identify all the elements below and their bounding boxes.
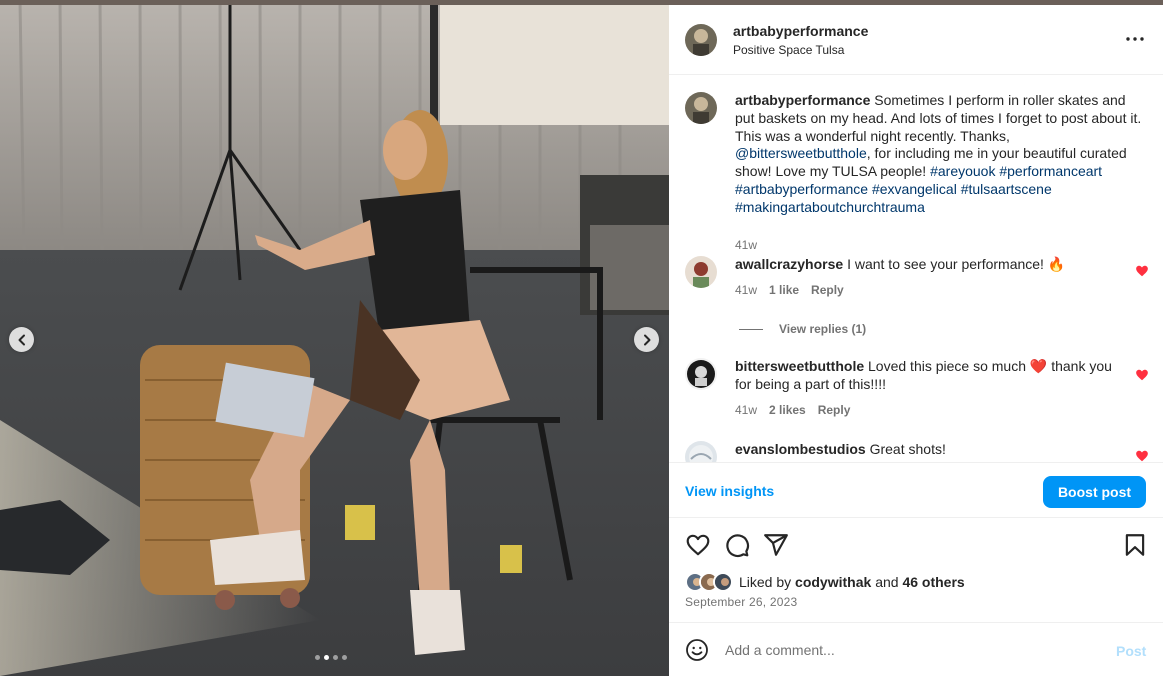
comments-list[interactable]: artbabyperformance Sometimes I perform i… bbox=[669, 76, 1163, 462]
liked-by-user[interactable]: codywithak bbox=[795, 574, 871, 590]
add-comment-bar: Post bbox=[669, 622, 1163, 676]
commenter-avatar[interactable] bbox=[685, 358, 717, 390]
commenter-username[interactable]: bittersweetbutthole bbox=[735, 358, 864, 374]
comment-reply-button[interactable]: Reply bbox=[811, 283, 844, 297]
carousel-dot bbox=[342, 655, 347, 660]
caption-username[interactable]: artbabyperformance bbox=[735, 92, 870, 108]
chevron-left-icon bbox=[18, 334, 25, 345]
post-photo bbox=[0, 0, 669, 676]
comment-like-heart-icon[interactable] bbox=[1135, 368, 1149, 382]
view-replies-label: View replies (1) bbox=[779, 322, 867, 336]
commenter-avatar[interactable] bbox=[685, 441, 717, 462]
insights-bar: View insights Boost post bbox=[669, 462, 1163, 518]
comment-reply-button[interactable]: Reply bbox=[818, 403, 851, 417]
liked-by-prefix: Liked by bbox=[739, 574, 792, 590]
commenter-username[interactable]: awallcrazyhorse bbox=[735, 256, 843, 272]
view-replies-button[interactable]: View replies (1) bbox=[739, 322, 866, 336]
post-comment-button[interactable]: Post bbox=[1116, 643, 1146, 659]
comment-likes-count[interactable]: 2 likes bbox=[769, 403, 806, 417]
commenter-avatar[interactable] bbox=[685, 256, 717, 288]
author-username[interactable]: artbabyperformance bbox=[733, 23, 868, 39]
comment-like-heart-icon[interactable] bbox=[1135, 264, 1149, 278]
comment-likes-count[interactable]: 1 like bbox=[769, 283, 799, 297]
post-side-panel: artbabyperformance Positive Space Tulsa … bbox=[669, 5, 1163, 676]
comment-timestamp[interactable]: 41w bbox=[735, 403, 757, 417]
carousel-dot bbox=[315, 655, 320, 660]
comment-text: awallcrazyhorse I want to see your perfo… bbox=[735, 256, 1125, 274]
add-comment-input[interactable] bbox=[725, 637, 1095, 663]
liked-by-and: and bbox=[875, 574, 899, 590]
caption-avatar[interactable] bbox=[685, 92, 717, 124]
caption-text: artbabyperformance Sometimes I perform i… bbox=[735, 92, 1143, 217]
carousel-dot-active bbox=[324, 655, 329, 660]
caption-mention[interactable]: @bittersweetbutthole bbox=[735, 145, 867, 161]
share-icon[interactable] bbox=[763, 532, 789, 558]
view-insights-link[interactable]: View insights bbox=[685, 483, 774, 499]
caption-timestamp[interactable]: 41w bbox=[735, 238, 757, 252]
top-strip bbox=[0, 0, 1163, 5]
heart-icon[interactable] bbox=[685, 532, 711, 558]
carousel-indicator bbox=[315, 655, 347, 660]
comment-icon[interactable] bbox=[724, 532, 750, 558]
post-media[interactable] bbox=[0, 0, 669, 676]
author-avatar[interactable] bbox=[685, 24, 717, 56]
comment-like-heart-icon[interactable] bbox=[1135, 449, 1149, 462]
post-date[interactable]: September 26, 2023 bbox=[685, 595, 797, 609]
replies-divider bbox=[739, 328, 763, 330]
carousel-dot bbox=[333, 655, 338, 660]
boost-post-button[interactable]: Boost post bbox=[1043, 476, 1146, 508]
more-options-button[interactable] bbox=[1125, 29, 1145, 49]
post-location[interactable]: Positive Space Tulsa bbox=[733, 43, 844, 57]
liker-avatars[interactable] bbox=[685, 572, 737, 592]
emoji-icon[interactable] bbox=[685, 638, 709, 662]
chevron-right-icon bbox=[643, 334, 650, 345]
carousel-prev-button[interactable] bbox=[9, 327, 34, 352]
liker-avatar bbox=[713, 572, 733, 592]
comment-meta: 41w 1 like Reply bbox=[735, 283, 844, 297]
comment-timestamp[interactable]: 41w bbox=[735, 283, 757, 297]
comment-body: Great shots! bbox=[869, 441, 946, 457]
instagram-post-modal: artbabyperformance Positive Space Tulsa … bbox=[0, 0, 1163, 676]
liked-by-others[interactable]: 46 others bbox=[902, 574, 964, 590]
more-horizontal-icon bbox=[1126, 37, 1144, 41]
bookmark-icon[interactable] bbox=[1122, 532, 1148, 558]
comment-body: I want to see your performance! 🔥 bbox=[847, 256, 1066, 272]
commenter-username[interactable]: evanslombestudios bbox=[735, 441, 866, 457]
post-action-bar bbox=[669, 527, 1163, 561]
carousel-next-button[interactable] bbox=[634, 327, 659, 352]
comment-text: bittersweetbutthole Loved this piece so … bbox=[735, 358, 1125, 394]
post-header: artbabyperformance Positive Space Tulsa bbox=[669, 5, 1163, 75]
likes-summary: Liked by codywithak and 46 others bbox=[685, 572, 965, 592]
comment-meta: 41w 2 likes Reply bbox=[735, 403, 850, 417]
comment-text: evanslombestudios Great shots! bbox=[735, 441, 1125, 459]
